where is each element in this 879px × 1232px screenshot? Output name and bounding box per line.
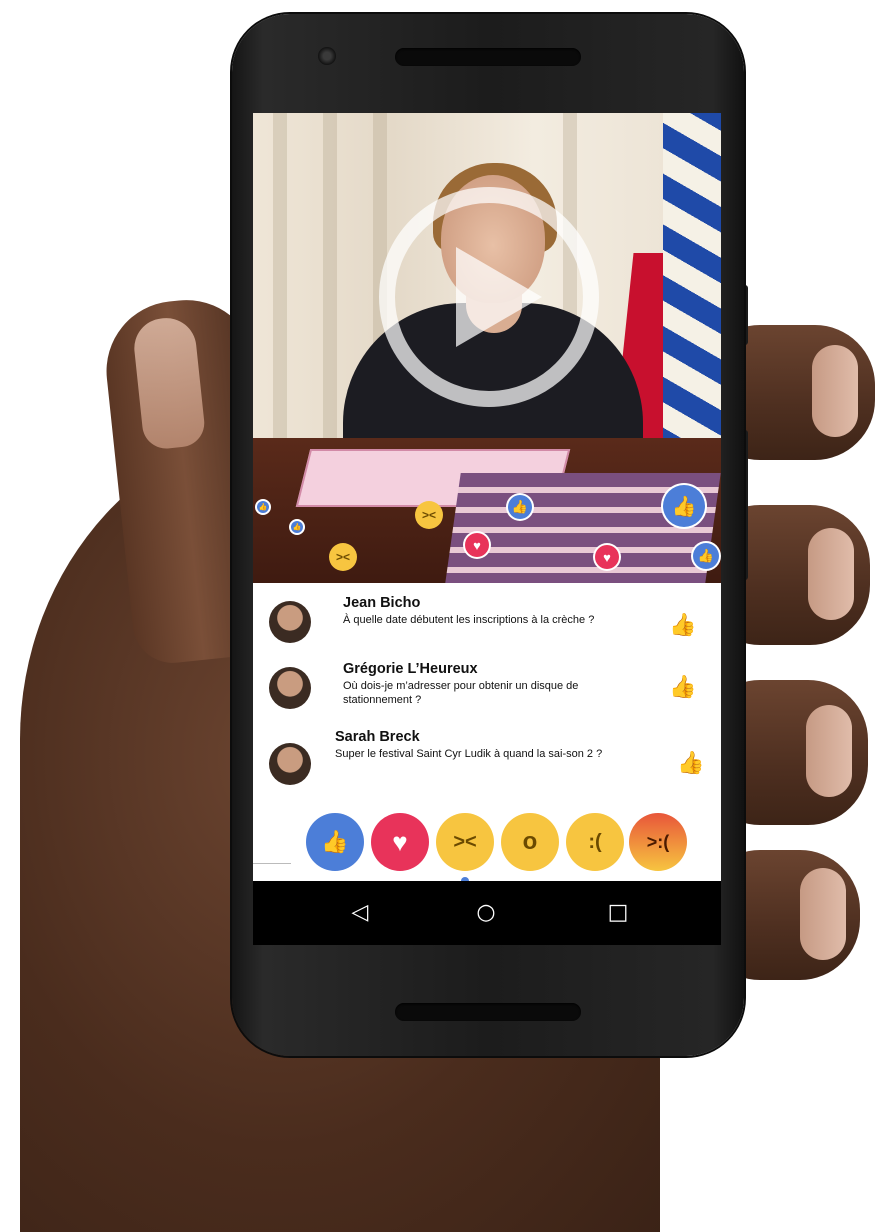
fingernail [812,345,858,437]
avatar[interactable] [269,743,311,785]
earpiece-speaker [395,48,581,66]
thumbs-up-icon[interactable]: 👍 [669,675,696,699]
back-triangle-icon[interactable]: ◁ [345,899,375,927]
thumbs-up-icon: 👍 [508,495,532,519]
avatar[interactable] [269,667,311,709]
comment-text: Super le festival Saint Cyr Ludik à quan… [335,748,603,760]
fingernail [800,868,846,960]
angry-face-icon[interactable]: >:( [629,813,687,871]
fingernail [806,705,852,797]
navigation-bar: ◁ ○ □ [253,881,721,945]
live-video[interactable]: 👍 👍 👍 👍 👍 ♥ ♥ >< >< [253,113,721,583]
phone-screen: 👍 👍 👍 👍 👍 ♥ ♥ >< >< Jean Bicho À quelle … [253,113,721,945]
surprised-face-icon[interactable]: o [501,813,559,871]
curtain-fold [273,113,287,453]
laughing-face-icon[interactable]: >< [436,813,494,871]
laughing-face-icon: >< [329,543,357,571]
avatar[interactable] [269,601,311,643]
list-item: Grégorie L’Heureux Où dois-je m’adresser… [253,661,721,727]
fingernail [808,528,854,620]
thumbs-up-icon: 👍 [663,485,705,527]
comment-author[interactable]: Grégorie L’Heureux [343,661,478,677]
thumbs-up-icon[interactable]: 👍 [306,813,364,871]
front-camera [318,47,336,65]
sad-face-icon[interactable]: :( [566,813,624,871]
comments-list: Jean Bicho À quelle date débutent les in… [253,583,721,803]
curtain-fold [323,113,337,453]
list-item: Sarah Breck Super le festival Saint Cyr … [253,729,721,795]
home-circle-icon[interactable]: ○ [471,899,501,927]
list-item: Jean Bicho À quelle date débutent les in… [253,593,721,659]
comment-author[interactable]: Sarah Breck [335,729,420,745]
heart-icon: ♥ [595,545,619,569]
reaction-bar: 👍 ♥ >< o :( >:( [253,813,721,885]
comment-text: À quelle date débutent les inscriptions … [343,614,595,626]
thumbs-up-icon[interactable]: 👍 [669,613,696,637]
thumbs-up-icon: 👍 [693,543,719,569]
play-icon[interactable] [456,247,542,347]
comment-author[interactable]: Jean Bicho [343,595,420,611]
bottom-speaker [395,1003,581,1021]
laughing-face-icon: >< [415,501,443,529]
recents-square-icon[interactable]: □ [603,899,633,927]
heart-icon: ♥ [465,533,489,557]
divider [253,863,291,864]
comment-text: Où dois-je m’adresser pour obtenir un di… [343,680,579,706]
thumbs-up-icon: 👍 [291,521,303,533]
thumbs-up-icon[interactable]: 👍 [677,751,704,775]
thumbs-up-icon: 👍 [257,501,269,513]
flag [663,113,721,453]
heart-icon[interactable]: ♥ [371,813,429,871]
